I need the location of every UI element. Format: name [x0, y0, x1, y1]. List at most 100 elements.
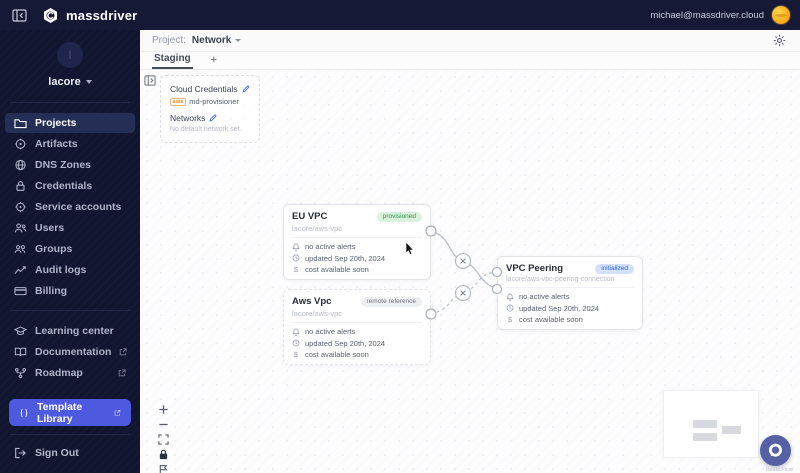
node-vpc-peering[interactable]: VPC Peering initialized lacore/aws-vpc-p… [497, 256, 643, 330]
node-package: lacore/aws-vpc [292, 224, 343, 233]
user-email: michael@massdriver.cloud [650, 9, 764, 21]
networks-label: Networks [170, 113, 250, 123]
alerts-row: no active alerts [506, 292, 634, 301]
project-header: Project: Network [140, 30, 800, 52]
node-package: lacore/aws-vpc [292, 309, 343, 318]
sidebar-item-roadmap[interactable]: Roadmap [5, 363, 135, 383]
clock-icon [506, 304, 514, 312]
graduation-cap-icon [14, 326, 27, 335]
node-title: EU VPC [292, 211, 328, 222]
chart-line-icon [14, 266, 26, 275]
sign-out-icon [15, 447, 26, 459]
minimap-node [722, 426, 741, 434]
disconnect-edge-button [454, 252, 472, 270]
edit-pencil-icon[interactable] [209, 114, 217, 122]
brand-name: massdriver [66, 7, 138, 23]
users-icon [14, 223, 27, 233]
graph-canvas[interactable]: Cloud Credentials aws md-provisioner Net… [140, 70, 800, 473]
chat-widget-button[interactable] [760, 435, 791, 466]
clock-icon [292, 254, 300, 262]
external-link-icon [120, 348, 128, 356]
updated-row: updated Sep 20th, 2024 [506, 304, 634, 313]
status-badge: provisioned [376, 211, 422, 222]
updated-row: updated Sep 20th, 2024 [292, 254, 422, 263]
disconnect-edge-button [454, 284, 472, 302]
node-eu-vpc[interactable]: EU VPC provisioned lacore/aws-vpc no act… [283, 204, 431, 280]
chat-bubble-icon [768, 443, 783, 457]
alerts-row: no active alerts [292, 327, 422, 336]
sidebar-item-billing[interactable]: Billing [5, 281, 135, 301]
tab-staging[interactable]: Staging [152, 53, 193, 69]
minimap-node [693, 420, 717, 428]
chevron-down-icon [85, 80, 92, 84]
sidebar: l lacore Projects Artifacts DNS Zones Cr… [0, 30, 140, 473]
braces-icon [20, 408, 28, 417]
minimap-node [693, 433, 717, 441]
sidebar-item-documentation[interactable]: Documentation [5, 342, 135, 362]
lock-interactivity-button[interactable] [157, 448, 170, 460]
target-icon [15, 138, 26, 150]
sidebar-item-projects[interactable]: Projects [5, 113, 135, 133]
compass-icon [15, 201, 26, 213]
sidebar-item-credentials[interactable]: Credentials [5, 176, 135, 196]
credential-value[interactable]: aws md-provisioner [170, 97, 250, 106]
project-selector[interactable]: Network [192, 35, 242, 46]
aws-icon: aws [170, 97, 187, 106]
folder-icon [14, 119, 27, 129]
edit-pencil-icon[interactable] [241, 85, 250, 93]
updated-row: updated Sep 20th, 2024 [292, 339, 422, 348]
sidebar-item-learning-center[interactable]: Learning center [5, 321, 135, 341]
zoom-in-button[interactable] [157, 403, 170, 415]
add-environment-button[interactable]: + [211, 54, 217, 69]
sidebar-item-audit-logs[interactable]: Audit logs [5, 260, 135, 280]
cost-row: $ cost available soon [507, 315, 583, 324]
zoom-out-button[interactable] [157, 418, 170, 430]
credit-card-icon [14, 287, 27, 296]
dollar-icon: $ [293, 265, 299, 274]
bell-icon [506, 293, 514, 301]
sidebar-item-groups[interactable]: Groups [5, 239, 135, 259]
cloud-credentials-label: Cloud Credentials [170, 84, 250, 94]
dollar-icon: $ [507, 315, 513, 324]
template-library-button[interactable]: Template Library [9, 399, 131, 426]
divider [10, 434, 130, 435]
networks-empty-text: No default network set. [170, 126, 242, 133]
branch-icon [15, 367, 26, 379]
defaults-panel: Cloud Credentials aws md-provisioner Net… [160, 75, 260, 143]
panel-expand-icon[interactable] [144, 73, 156, 91]
alerts-row: no active alerts [292, 242, 422, 251]
sign-out-button[interactable]: Sign Out [0, 439, 140, 469]
project-label: Project: [152, 35, 186, 46]
groups-icon [14, 245, 26, 254]
massdriver-app: massdriver michael@massdriver.cloud l la… [0, 0, 800, 473]
fit-view-button[interactable] [157, 433, 170, 445]
clock-icon [292, 339, 300, 347]
environment-tabs: Staging + [140, 52, 800, 70]
sidebar-item-service-accounts[interactable]: Service accounts [5, 197, 135, 217]
external-link-icon [118, 369, 126, 377]
minimap[interactable] [663, 390, 759, 458]
dollar-icon: $ [293, 350, 299, 359]
bell-icon [292, 243, 300, 251]
sidebar-item-artifacts[interactable]: Artifacts [5, 134, 135, 154]
user-avatar[interactable] [772, 6, 790, 24]
sidebar-item-users[interactable]: Users [5, 218, 135, 238]
external-link-icon [115, 409, 121, 416]
brand[interactable]: massdriver [42, 7, 137, 24]
settings-gear-icon[interactable] [773, 34, 786, 47]
cost-row: $ cost available soon [293, 350, 369, 359]
bell-icon [292, 328, 300, 336]
org-avatar[interactable]: l [57, 42, 83, 68]
sidebar-item-dns-zones[interactable]: DNS Zones [5, 155, 135, 175]
node-aws-vpc[interactable]: Aws Vpc remote reference lacore/aws-vpc … [283, 289, 431, 365]
book-icon [14, 347, 27, 357]
reactflow-attribution: React Flow [765, 467, 793, 473]
lock-icon [16, 181, 25, 191]
chevron-down-icon [235, 39, 242, 42]
flag-button[interactable] [157, 463, 170, 473]
org-switcher[interactable]: lacore [48, 76, 92, 88]
cost-row: $ cost available soon [293, 265, 369, 274]
node-title: VPC Peering [506, 263, 564, 274]
sidebar-collapse-icon[interactable] [12, 8, 28, 22]
divider [10, 102, 130, 103]
